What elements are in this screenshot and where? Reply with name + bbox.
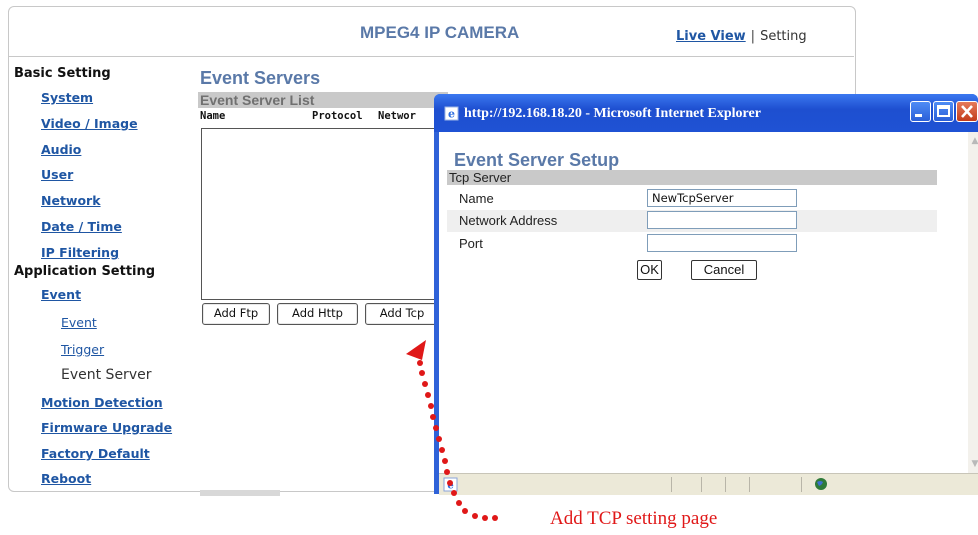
sidebar-item-network[interactable]: Network — [41, 193, 101, 208]
app-title: MPEG4 IP CAMERA — [360, 23, 520, 42]
sidebar-item-ip-filtering[interactable]: IP Filtering — [41, 245, 119, 260]
annotation-dot — [436, 436, 442, 442]
name-row: Name NewTcpServer — [447, 188, 937, 210]
sidebar-item-reboot[interactable]: Reboot — [41, 471, 91, 486]
sidebar-item-user[interactable]: User — [41, 167, 73, 182]
scroll-down-icon[interactable]: ▼ — [969, 457, 978, 471]
minimize-button[interactable] — [910, 101, 931, 122]
status-divider — [801, 477, 802, 492]
vertical-scrollbar[interactable]: ▲ ▼ — [968, 132, 978, 473]
status-bar: e — [439, 473, 978, 495]
link-separator: | — [750, 29, 756, 44]
event-server-listbox[interactable] — [201, 128, 448, 300]
add-http-button[interactable]: Add Http — [277, 303, 358, 325]
annotation-dot — [444, 469, 450, 475]
name-label: Name — [459, 191, 494, 206]
annotation-dot — [428, 403, 434, 409]
sidebar-item-date-time[interactable]: Date / Time — [41, 219, 122, 234]
sidebar-item-motion-detection[interactable]: Motion Detection — [41, 395, 163, 410]
window-titlebar[interactable]: e http://192.168.18.20 - Microsoft Inter… — [434, 94, 978, 132]
sidebar-item-firmware-upgrade[interactable]: Firmware Upgrade — [41, 420, 172, 435]
annotation-dot — [472, 513, 478, 519]
column-header-network: Networ — [378, 110, 416, 122]
annotation-dot — [430, 414, 436, 420]
page-title: Event Servers — [200, 68, 321, 88]
sidebar-item-video-image[interactable]: Video / Image — [41, 116, 138, 131]
list-header-bar: Event Server List — [198, 92, 448, 108]
column-header-name: Name — [200, 110, 226, 122]
annotation-dot — [439, 447, 445, 453]
list-title: Event Server List — [200, 92, 315, 108]
address-row: Network Address — [447, 210, 937, 232]
setting-link[interactable]: Setting — [760, 29, 807, 44]
window-title: http://192.168.18.20 - Microsoft Interne… — [464, 106, 761, 121]
live-view-link[interactable]: Live View — [676, 29, 746, 44]
tcp-server-section-bar: Tcp Server — [447, 170, 937, 185]
annotation-dot — [442, 458, 448, 464]
cancel-button[interactable]: Cancel — [691, 260, 757, 280]
annotation-dot — [482, 515, 488, 521]
annotation-dot — [492, 515, 498, 521]
status-divider — [701, 477, 702, 492]
close-icon — [961, 105, 973, 118]
sidebar-item-audio[interactable]: Audio — [41, 142, 81, 157]
sidebar-subitem-event[interactable]: Event — [61, 315, 97, 330]
maximize-button[interactable] — [933, 101, 954, 122]
scroll-remnant — [200, 490, 280, 496]
network-address-input[interactable] — [647, 211, 797, 229]
section-label: Tcp Server — [449, 170, 512, 185]
sidebar-item-system[interactable]: System — [41, 90, 93, 105]
port-input[interactable] — [647, 234, 797, 252]
sidebar-subitem-event-server: Event Server — [61, 367, 152, 383]
ok-button[interactable]: OK — [637, 260, 662, 280]
internet-zone-globe-icon — [815, 478, 827, 490]
status-divider — [671, 477, 672, 492]
annotation-dot — [422, 381, 428, 387]
scroll-up-icon[interactable]: ▲ — [969, 134, 978, 148]
annotation-dot — [462, 508, 468, 514]
annotation-dot — [425, 392, 431, 398]
name-input[interactable]: NewTcpServer — [647, 189, 797, 207]
application-setting-heading: Application Setting — [14, 264, 156, 279]
sidebar-item-event[interactable]: Event — [41, 287, 81, 302]
annotation-dot — [451, 490, 457, 496]
close-button[interactable] — [956, 101, 978, 122]
annotation-dot — [456, 500, 462, 506]
svg-text:e: e — [448, 108, 455, 121]
add-tcp-button[interactable]: Add Tcp — [365, 303, 439, 325]
ie-popup-window: e http://192.168.18.20 - Microsoft Inter… — [434, 94, 978, 495]
setup-title: Event Server Setup — [454, 150, 620, 170]
port-row: Port — [447, 233, 937, 255]
annotation-dot — [417, 360, 423, 366]
maximize-icon — [937, 105, 950, 117]
top-links: Live View | Setting — [676, 29, 807, 44]
status-divider — [749, 477, 750, 492]
port-label: Port — [459, 236, 483, 251]
sidebar-subitem-trigger[interactable]: Trigger — [61, 342, 104, 357]
annotation-caption: Add TCP setting page — [550, 508, 718, 529]
window-content: Event Server Setup Tcp Server Name NewTc… — [439, 132, 968, 473]
add-ftp-button[interactable]: Add Ftp — [202, 303, 270, 325]
annotation-dot — [419, 370, 425, 376]
status-divider — [725, 477, 726, 492]
ie-page-icon: e — [444, 106, 459, 121]
sidebar-item-factory-default[interactable]: Factory Default — [41, 446, 150, 461]
minimize-icon — [915, 114, 922, 117]
basic-setting-heading: Basic Setting — [14, 66, 111, 81]
annotation-dot — [447, 480, 453, 486]
annotation-dot — [433, 425, 439, 431]
network-address-label: Network Address — [459, 213, 558, 228]
column-header-protocol: Protocol — [312, 110, 363, 122]
